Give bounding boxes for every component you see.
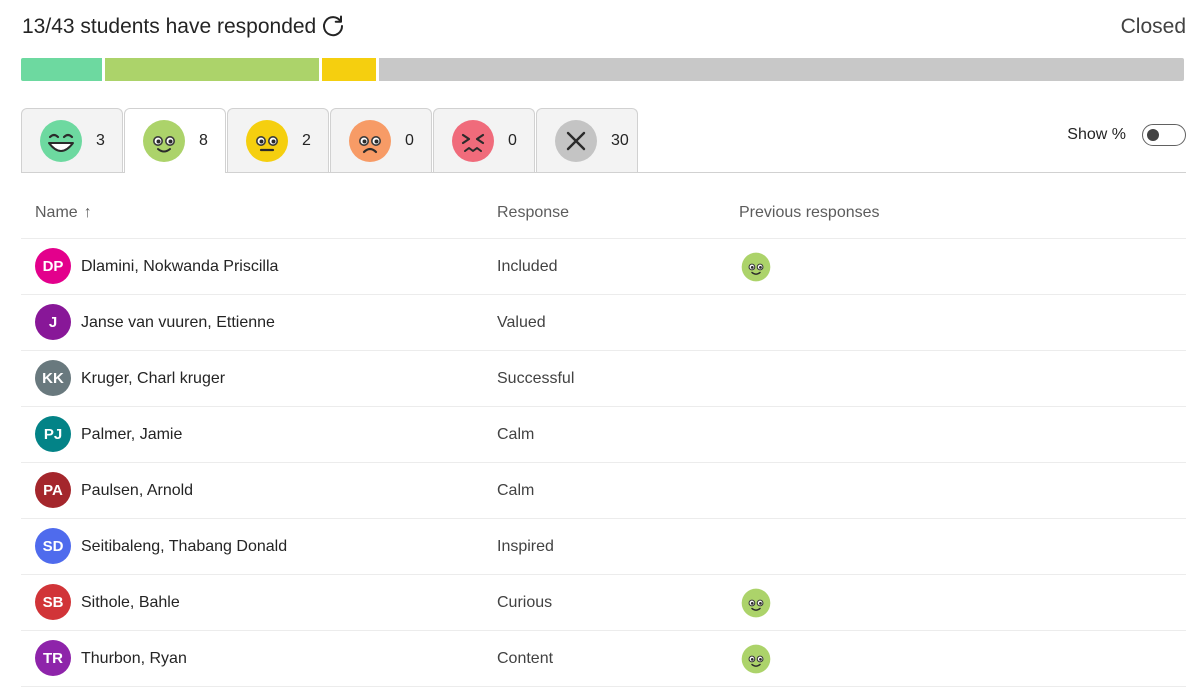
avatar: SB xyxy=(35,584,71,620)
tab-count: 3 xyxy=(96,131,105,149)
tab-happy-face[interactable]: 8 xyxy=(124,108,226,173)
avatar: DP xyxy=(35,248,71,284)
neutral-face-icon xyxy=(245,119,289,163)
header: 13/43 students have responded Closed xyxy=(22,12,1186,42)
table-row[interactable]: KK Kruger, Charl kruger Successful xyxy=(21,351,1186,407)
student-name: Janse van vuuren, Ettienne xyxy=(81,314,275,331)
student-response: Content xyxy=(497,650,554,667)
response-count-title: 13/43 students have responded xyxy=(22,15,317,38)
sad-face-icon xyxy=(348,119,392,163)
progress-segment xyxy=(21,58,102,81)
student-response: Inspired xyxy=(497,538,554,555)
student-response: Included xyxy=(497,258,558,275)
tab-neutral-face[interactable]: 2 xyxy=(227,108,329,172)
tab-no-response[interactable]: 30 xyxy=(536,108,638,172)
table-row[interactable]: SB Sithole, Bahle Curious xyxy=(21,575,1186,631)
stressed-face-icon xyxy=(451,119,495,163)
student-name: Palmer, Jamie xyxy=(81,426,183,443)
student-name: Sithole, Bahle xyxy=(81,594,180,611)
tab-stressed-face[interactable]: 0 xyxy=(433,108,535,172)
toggle-knob xyxy=(1147,129,1159,141)
big-smile-face-icon xyxy=(39,119,83,163)
student-response: Successful xyxy=(497,370,575,387)
student-name: Dlamini, Nokwanda Priscilla xyxy=(81,258,279,275)
student-name: Seitibaleng, Thabang Donald xyxy=(81,538,288,555)
tab-count: 2 xyxy=(302,131,311,149)
happy-face-icon xyxy=(142,119,186,163)
tab-count: 30 xyxy=(611,131,629,149)
tab-count: 0 xyxy=(405,131,414,149)
happy-face-icon xyxy=(741,588,771,618)
column-header-name[interactable]: Name ↑ xyxy=(35,204,92,222)
student-name: Thurbon, Ryan xyxy=(81,650,187,667)
avatar: TR xyxy=(35,640,71,676)
happy-face-icon xyxy=(741,252,771,282)
table-row[interactable]: PJ Palmer, Jamie Calm xyxy=(21,407,1186,463)
status-label: Closed xyxy=(1120,15,1186,38)
tab-big-smile-face[interactable]: 3 xyxy=(21,108,123,172)
refresh-icon[interactable] xyxy=(320,13,346,39)
progress-segment xyxy=(101,58,320,81)
responses-table: Name ↑ Response Previous responses DP Dlam… xyxy=(21,185,1186,687)
tab-count: 8 xyxy=(199,132,208,149)
student-name: Kruger, Charl kruger xyxy=(81,370,226,387)
progress-segment xyxy=(319,58,376,81)
happy-face-icon xyxy=(741,644,771,674)
tab-sad-face[interactable]: 0 xyxy=(330,108,432,172)
table-row[interactable]: TR Thurbon, Ryan Content xyxy=(21,631,1186,687)
student-response: Valued xyxy=(497,314,546,331)
show-percent-toggle[interactable] xyxy=(1142,124,1186,146)
show-percent-label: Show % xyxy=(1067,126,1126,143)
student-response: Calm xyxy=(497,426,535,443)
table-row[interactable]: J Janse van vuuren, Ettienne Valued xyxy=(21,295,1186,351)
avatar: J xyxy=(35,304,71,340)
sort-ascending-icon: ↑ xyxy=(83,204,92,221)
column-header-response[interactable]: Response xyxy=(497,204,569,222)
response-filter-tabs: 3 8 2 0 0 30 xyxy=(21,108,639,173)
progress-segment xyxy=(375,58,1184,81)
student-response: Calm xyxy=(497,482,535,499)
avatar: PA xyxy=(35,472,71,508)
show-percent-control: Show % xyxy=(1067,124,1186,146)
table-body: DP Dlamini, Nokwanda Priscilla Included J Ja… xyxy=(21,239,1186,687)
avatar: SD xyxy=(35,528,71,564)
response-progress-bar xyxy=(21,58,1184,81)
table-row[interactable]: PA Paulsen, Arnold Calm xyxy=(21,463,1186,519)
student-response: Curious xyxy=(497,594,553,611)
student-name: Paulsen, Arnold xyxy=(81,482,194,499)
column-header-previous-responses[interactable]: Previous responses xyxy=(739,204,880,222)
table-row[interactable]: SD Seitibaleng, Thabang Donald Inspired xyxy=(21,519,1186,575)
no-response-icon xyxy=(554,119,598,163)
column-header-name-label: Name xyxy=(35,204,78,221)
table-row[interactable]: DP Dlamini, Nokwanda Priscilla Included xyxy=(21,239,1186,295)
avatar: KK xyxy=(35,360,71,396)
avatar: PJ xyxy=(35,416,71,452)
tab-count: 0 xyxy=(508,131,517,149)
table-header: Name ↑ Response Previous responses xyxy=(21,185,1186,239)
